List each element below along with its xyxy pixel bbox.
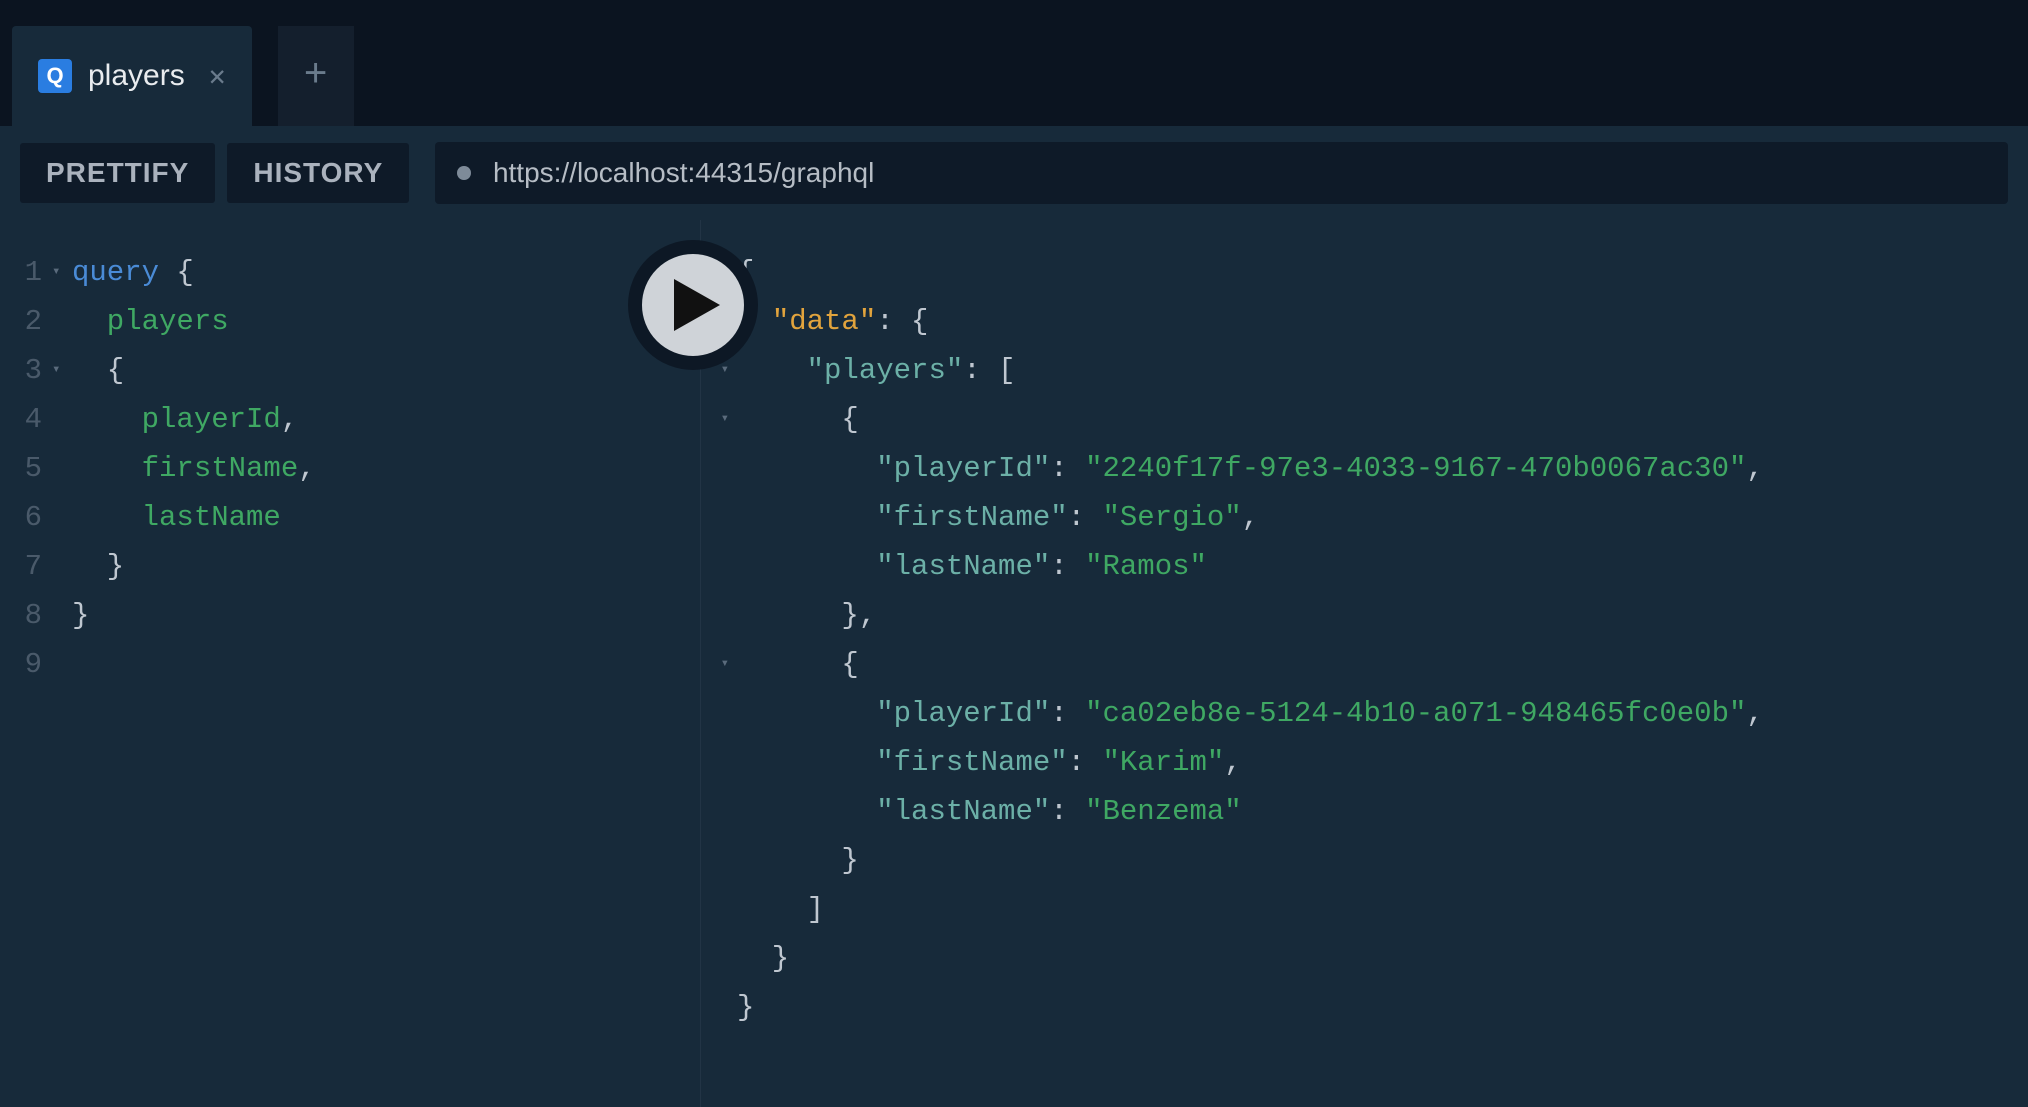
tabs-bar: Q players ✕ + [0, 0, 2028, 126]
result-content: "data": { [737, 297, 928, 346]
fold-toggle-icon[interactable]: ▾ [709, 640, 737, 689]
code-line[interactable]: 5 firstName, [0, 444, 700, 493]
result-line: ▾ { [709, 640, 2028, 689]
line-number: 9 [0, 640, 52, 689]
code-content: lastName [72, 493, 281, 542]
result-line: ] [709, 885, 2028, 934]
tab-players[interactable]: Q players ✕ [12, 26, 252, 126]
result-line: } [709, 983, 2028, 1032]
code-content: firstName, [72, 444, 316, 493]
result-content: ] [737, 885, 824, 934]
code-line[interactable]: 1▾query { [0, 248, 700, 297]
fold-toggle-icon[interactable]: ▾ [709, 395, 737, 444]
query-type-icon: Q [38, 59, 72, 93]
code-content: } [72, 542, 124, 591]
result-panel: ▾{▾ "data": {▾ "players": [▾ { "playerId… [700, 220, 2028, 1107]
result-content: { [737, 640, 859, 689]
endpoint-field[interactable] [435, 142, 2008, 204]
line-number: 4 [0, 395, 52, 444]
result-line: ▾{ [709, 248, 2028, 297]
result-content: "playerId": "2240f17f-97e3-4033-9167-470… [737, 444, 1764, 493]
line-number: 6 [0, 493, 52, 542]
code-line[interactable]: 4 playerId, [0, 395, 700, 444]
code-line[interactable]: 7 } [0, 542, 700, 591]
result-content: } [737, 934, 789, 983]
new-tab-button[interactable]: + [278, 26, 354, 126]
prettify-button[interactable]: PRETTIFY [20, 143, 215, 203]
code-line[interactable]: 2 players [0, 297, 700, 346]
result-content: "lastName": "Benzema" [737, 787, 1242, 836]
result-content: "firstName": "Sergio", [737, 493, 1259, 542]
code-content: { [72, 346, 124, 395]
line-number: 3 [0, 346, 52, 395]
query-editor[interactable]: 1▾query {2 players3▾ {4 playerId,5 first… [0, 220, 700, 1107]
play-icon [674, 279, 720, 331]
toolbar: PRETTIFY HISTORY [0, 126, 2028, 220]
code-line[interactable]: 8} [0, 591, 700, 640]
result-line: "playerId": "2240f17f-97e3-4033-9167-470… [709, 444, 2028, 493]
tab-label: players [88, 59, 185, 93]
fold-toggle-icon[interactable]: ▾ [52, 248, 72, 297]
result-line: ▾ { [709, 395, 2028, 444]
workspace: 1▾query {2 players3▾ {4 playerId,5 first… [0, 220, 2028, 1107]
code-line[interactable]: 6 lastName [0, 493, 700, 542]
line-number: 2 [0, 297, 52, 346]
code-line[interactable]: 3▾ { [0, 346, 700, 395]
result-line: "firstName": "Karim", [709, 738, 2028, 787]
code-line[interactable]: 9 [0, 640, 700, 689]
close-icon[interactable]: ✕ [209, 59, 226, 94]
result-content: "lastName": "Ramos" [737, 542, 1207, 591]
fold-toggle-icon[interactable]: ▾ [52, 346, 72, 395]
result-content: } [737, 836, 859, 885]
result-content: { [737, 395, 859, 444]
endpoint-url-input[interactable] [493, 157, 1986, 189]
result-content: "playerId": "ca02eb8e-5124-4b10-a071-948… [737, 689, 1764, 738]
result-line: ▾ "players": [ [709, 346, 2028, 395]
execute-button[interactable] [628, 240, 758, 370]
result-line: ▾ "data": { [709, 297, 2028, 346]
status-dot-icon [457, 166, 471, 180]
code-content: } [72, 591, 89, 640]
result-line: "playerId": "ca02eb8e-5124-4b10-a071-948… [709, 689, 2028, 738]
result-line: "firstName": "Sergio", [709, 493, 2028, 542]
result-content: }, [737, 591, 876, 640]
code-content: query { [72, 248, 194, 297]
line-number: 1 [0, 248, 52, 297]
line-number: 5 [0, 444, 52, 493]
result-content: } [737, 983, 754, 1032]
result-line: } [709, 836, 2028, 885]
result-line: }, [709, 591, 2028, 640]
plus-icon: + [304, 54, 328, 99]
result-line: "lastName": "Ramos" [709, 542, 2028, 591]
result-line: "lastName": "Benzema" [709, 787, 2028, 836]
line-number: 7 [0, 542, 52, 591]
line-number: 8 [0, 591, 52, 640]
code-content: players [72, 297, 229, 346]
code-content: playerId, [72, 395, 298, 444]
result-line: } [709, 934, 2028, 983]
result-content: "players": [ [737, 346, 1015, 395]
result-content: "firstName": "Karim", [737, 738, 1242, 787]
history-button[interactable]: HISTORY [227, 143, 409, 203]
